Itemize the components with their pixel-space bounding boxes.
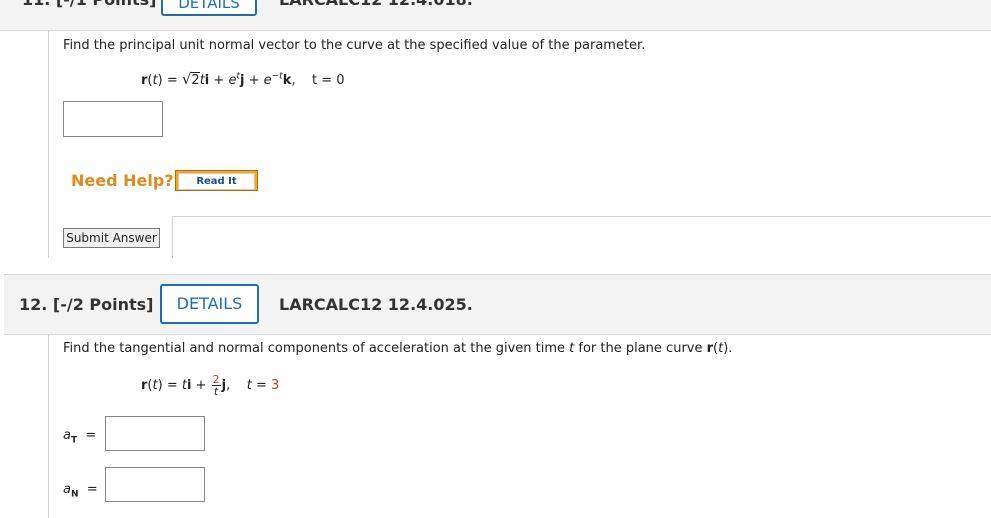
problem-12-equation: r(t) = ti + 2 t j, t = 3 [141, 373, 280, 398]
a-n-label: aN = [63, 482, 98, 500]
problem-11-code: LARCALC12 12.4.018. [279, 0, 473, 9]
problem-12-left-border [48, 334, 49, 518]
problem-11-details-button[interactable]: DETAILS [161, 0, 257, 16]
divider-line [172, 216, 991, 217]
a-t-input[interactable] [105, 416, 205, 451]
submit-answer-button[interactable]: Submit Answer [63, 228, 160, 248]
problem-11-param: t = 0 [312, 73, 345, 88]
problem-11-equation: r(t) = √2ti + etj + e−tk, t = 0 [141, 70, 345, 88]
problem-12-param-value: 3 [271, 378, 280, 393]
sqrt-radicand: 2 [191, 72, 200, 88]
problem-11-points: 11. [-/1 Points] [22, 0, 157, 9]
a-n-input[interactable] [105, 467, 205, 502]
problem-12-header: 12. [-/2 Points] DETAILS LARCALC12 12.4.… [4, 274, 991, 335]
problem-12-code: LARCALC12 12.4.025. [279, 295, 473, 314]
a-t-label: aT = [63, 428, 97, 446]
problem-11-header: 11. [-/1 Points] DETAILS LARCALC12 12.4.… [0, 0, 991, 31]
problem-12-question: Find the tangential and normal component… [63, 341, 733, 356]
divider-vertical [172, 216, 173, 258]
need-help-label: Need Help? [71, 171, 174, 190]
problem-12-details-button[interactable]: DETAILS [160, 284, 259, 324]
fraction: 2t [211, 373, 221, 398]
problem-11-left-border [48, 30, 49, 258]
read-it-label: Read It [178, 173, 255, 190]
problem-11-answer-input[interactable] [63, 101, 163, 137]
read-it-button[interactable]: Read It [175, 170, 258, 191]
problem-12-points: 12. [-/2 Points] [19, 295, 154, 314]
problem-11-question: Find the principal unit normal vector to… [63, 38, 646, 53]
